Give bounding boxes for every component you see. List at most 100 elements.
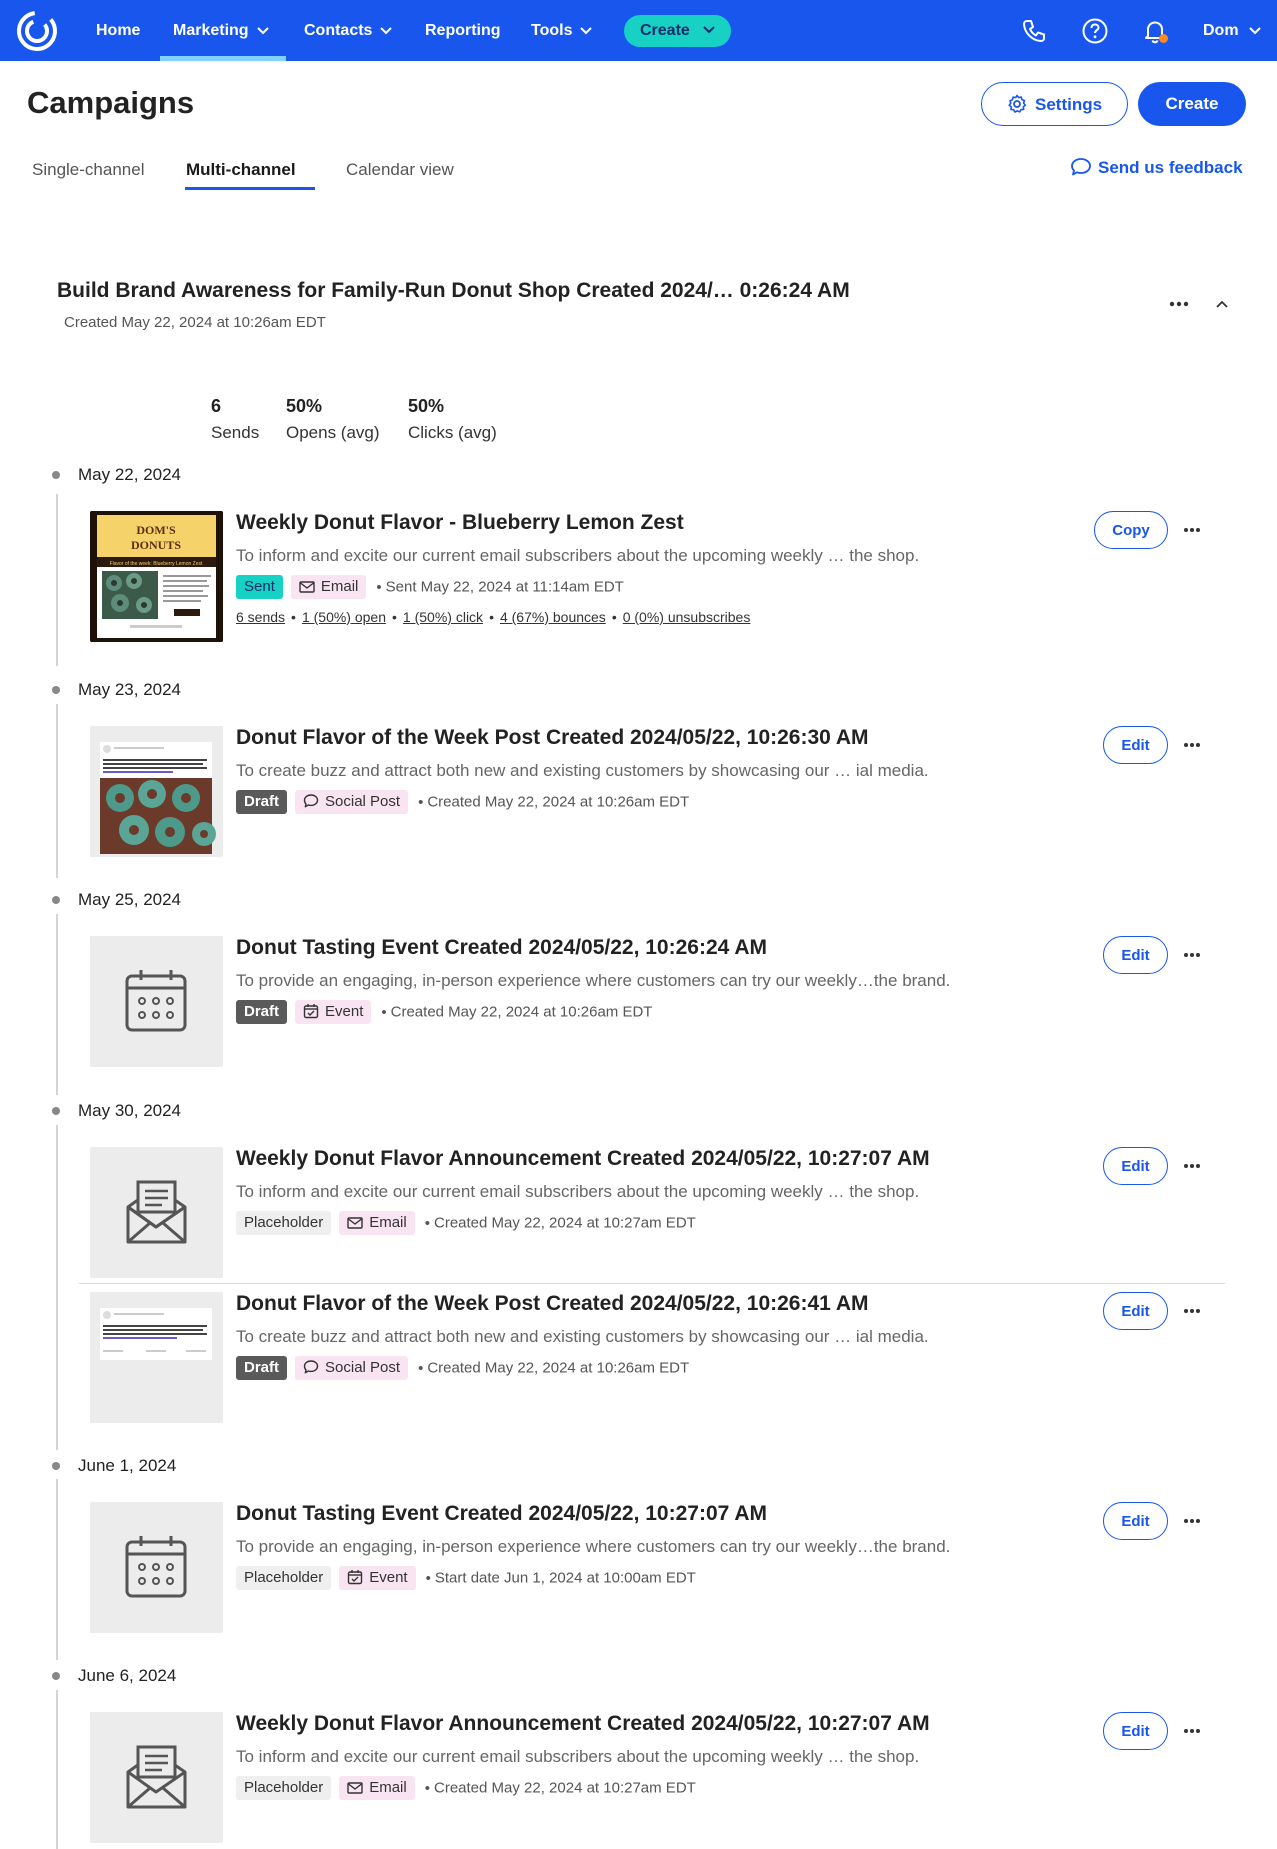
- email-thumbnail[interactable]: [90, 1147, 223, 1278]
- campaign-activity-card: Weekly Donut Flavor Announcement Created…: [90, 1147, 1230, 1279]
- edit-button[interactable]: Edit: [1103, 1502, 1168, 1540]
- nav-contacts[interactable]: Contacts: [304, 0, 393, 61]
- activity-meta: Draft Event • Created May 22, 2024 at 10:26…: [236, 1000, 652, 1026]
- activity-meta: Draft Social Post • Created May 22, 2024 at…: [236, 1356, 689, 1382]
- bounces-link[interactable]: 4 (67%) bounces: [500, 609, 606, 625]
- edit-button[interactable]: Edit: [1103, 936, 1168, 974]
- phone-icon[interactable]: [1020, 17, 1048, 45]
- edit-button[interactable]: Edit: [1103, 1147, 1168, 1185]
- notification-dot: [1159, 34, 1168, 43]
- timeline-date: May 22, 2024: [78, 465, 182, 484]
- more-icon[interactable]: [1183, 949, 1201, 961]
- chevron-down-icon: [380, 27, 393, 35]
- activity-timestamp: Created May 22, 2024 at 10:26am EDT: [390, 1003, 653, 1021]
- campaign-activity-card: Weekly Donut Flavor Announcement Created…: [90, 1712, 1230, 1844]
- edit-button[interactable]: Edit: [1103, 1292, 1168, 1330]
- activity-title[interactable]: Donut Tasting Event Created 2024/05/22, …: [236, 936, 767, 960]
- activity-timestamp: Created May 22, 2024 at 10:26am EDT: [427, 1359, 690, 1377]
- create-button[interactable]: Create: [1138, 82, 1246, 126]
- user-menu[interactable]: Dom: [1203, 0, 1261, 61]
- chat-bubble-icon: [303, 794, 319, 808]
- email-thumbnail[interactable]: DOM'S DONUTS Flavor of the week: Blueber…: [90, 511, 223, 642]
- activity-meta: Placeholder Email • Created May 22, 2024 at…: [236, 1776, 696, 1802]
- activity-title[interactable]: Weekly Donut Flavor - Blueberry Lemon Ze…: [236, 511, 684, 535]
- calendar-icon: [348, 1570, 363, 1585]
- chevron-up-icon[interactable]: [1214, 296, 1230, 312]
- social-thumbnail[interactable]: [90, 726, 223, 857]
- campaign-activity-card: Donut Flavor of the Week Post Created 20…: [90, 726, 1230, 858]
- more-icon[interactable]: [1167, 297, 1191, 311]
- activity-timestamp: Created May 22, 2024 at 10:27am EDT: [434, 1214, 696, 1232]
- activity-meta: Sent Email • Sent May 22, 2024 at 11:14am E…: [236, 575, 624, 601]
- tab-multi-channel[interactable]: Multi-channel: [186, 160, 296, 180]
- gear-icon: [1008, 94, 1027, 113]
- copy-button[interactable]: Copy: [1094, 511, 1168, 549]
- timeline-dot: [52, 1672, 60, 1680]
- status-badge: Sent: [236, 575, 283, 599]
- type-badge: Social Post: [295, 1356, 409, 1380]
- activity-description: To create buzz and attract both new and …: [236, 761, 929, 780]
- status-badge: Draft: [236, 1000, 288, 1024]
- more-icon[interactable]: [1183, 1160, 1201, 1172]
- event-thumbnail[interactable]: [90, 936, 223, 1067]
- more-icon[interactable]: [1183, 1515, 1201, 1527]
- tab-calendar-view[interactable]: Calendar view: [346, 160, 454, 180]
- event-thumbnail[interactable]: [90, 1502, 223, 1633]
- settings-button[interactable]: Settings: [981, 82, 1128, 126]
- social-thumbnail[interactable]: [90, 1292, 223, 1423]
- help-icon[interactable]: [1081, 17, 1109, 45]
- email-thumbnail[interactable]: [90, 1712, 223, 1843]
- activity-title[interactable]: Weekly Donut Flavor Announcement Created…: [236, 1712, 930, 1736]
- activity-title[interactable]: Donut Tasting Event Created 2024/05/22, …: [236, 1502, 767, 1526]
- svg-text:DONUTS: DONUTS: [131, 538, 181, 552]
- type-badge: Event: [339, 1566, 416, 1590]
- svg-text:DOM'S: DOM'S: [136, 523, 176, 537]
- activity-description: To inform and excite our current email s…: [236, 1747, 920, 1766]
- donut-email-preview: DOM'S DONUTS Flavor of the week: Blueber…: [90, 511, 223, 642]
- nav-create-button[interactable]: Create: [624, 15, 731, 47]
- activity-description: To provide an engaging, in-person experi…: [236, 971, 951, 990]
- page-title: Campaigns: [27, 85, 195, 120]
- activity-meta: Placeholder Email • Created May 22, 2024 at…: [236, 1211, 696, 1237]
- edit-button[interactable]: Edit: [1103, 726, 1168, 764]
- activity-title[interactable]: Donut Flavor of the Week Post Created 20…: [236, 726, 869, 750]
- chat-bubble-icon: [1071, 158, 1091, 176]
- type-badge: Event: [295, 1000, 372, 1024]
- nav-marketing[interactable]: Marketing: [173, 0, 269, 61]
- stat-sends: 6 Sends: [211, 396, 260, 442]
- nav-tools[interactable]: Tools: [531, 0, 593, 61]
- send-feedback-link[interactable]: Send us feedback: [1070, 157, 1243, 178]
- unsubscribes-link[interactable]: 0 (0%) unsubscribes: [623, 609, 751, 625]
- email-icon: [90, 1147, 223, 1278]
- timeline-line: [56, 1690, 58, 1849]
- more-icon[interactable]: [1183, 1725, 1201, 1737]
- opens-link[interactable]: 1 (50%) open: [302, 609, 386, 625]
- edit-button[interactable]: Edit: [1103, 1712, 1168, 1750]
- calendar-icon: [90, 936, 223, 1067]
- clicks-link[interactable]: 1 (50%) click: [403, 609, 483, 625]
- more-icon[interactable]: [1183, 739, 1201, 751]
- nav-home[interactable]: Home: [96, 0, 140, 61]
- nav-reporting[interactable]: Reporting: [425, 0, 501, 61]
- timeline-dot: [52, 896, 60, 904]
- status-badge: Draft: [236, 790, 288, 814]
- activity-meta: Draft Social Post • Created May 22, 2024 at…: [236, 790, 689, 816]
- activity-title[interactable]: Donut Flavor of the Week Post Created 20…: [236, 1292, 869, 1316]
- nav-active-indicator: [160, 56, 286, 61]
- email-icon: [347, 1782, 363, 1794]
- more-icon[interactable]: [1183, 1305, 1201, 1317]
- activity-timestamp: Start date Jun 1, 2024 at 10:00am EDT: [434, 1569, 696, 1587]
- campaign-title[interactable]: Build Brand Awareness for Family-Run Don…: [57, 279, 850, 303]
- campaign-activity-card: Donut Flavor of the Week Post Created 20…: [90, 1292, 1230, 1424]
- timeline-dot: [52, 686, 60, 694]
- sends-link[interactable]: 6 sends: [236, 609, 285, 625]
- more-icon[interactable]: [1183, 524, 1201, 536]
- chevron-down-icon: [703, 26, 715, 34]
- logo-icon[interactable]: [16, 10, 58, 52]
- timeline-line: [56, 704, 58, 878]
- activity-title[interactable]: Weekly Donut Flavor Announcement Created…: [236, 1147, 930, 1171]
- calendar-icon: [90, 1502, 223, 1633]
- tab-single-channel[interactable]: Single-channel: [32, 160, 144, 180]
- timeline-line: [56, 1125, 58, 1450]
- timeline-dot: [52, 471, 60, 479]
